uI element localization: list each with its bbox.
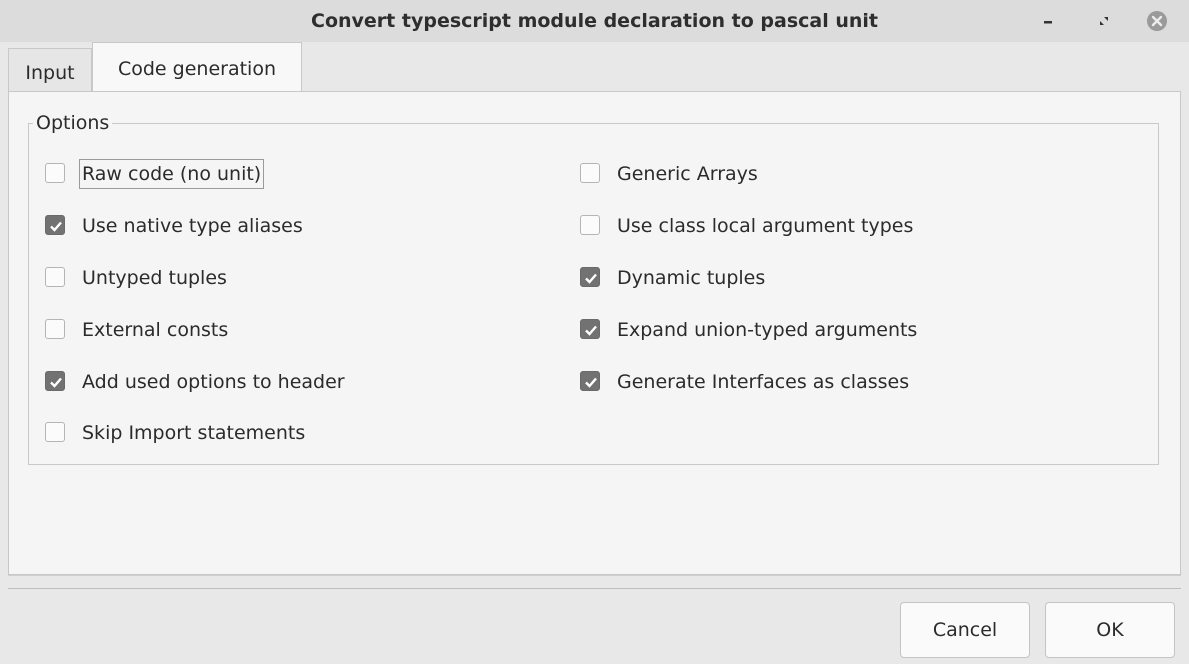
untyped-tuples-checkbox[interactable] <box>45 267 65 287</box>
divider <box>8 575 1181 576</box>
tab-input[interactable]: Input <box>8 48 92 94</box>
option-label: Skip Import statements <box>82 422 306 444</box>
dialog-window: Convert typescript module declaration to… <box>0 0 1189 664</box>
option-label: Dynamic tuples <box>617 267 766 289</box>
maximize-icon <box>1100 17 1108 25</box>
tab-code-generation[interactable]: Code generation <box>92 42 302 92</box>
raw-code-checkbox[interactable] <box>45 163 65 183</box>
add-used-options-checkbox[interactable] <box>45 371 65 391</box>
option-label: Generic Arrays <box>617 163 758 185</box>
close-button[interactable] <box>1142 6 1172 36</box>
option-label: Expand union-typed arguments <box>617 319 918 341</box>
title-bar[interactable]: Convert typescript module declaration to… <box>0 0 1189 42</box>
minimize-button[interactable] <box>1033 6 1063 36</box>
checkmark-icon <box>585 325 597 336</box>
generate-interfaces-checkbox[interactable] <box>580 371 600 391</box>
minimize-icon <box>1044 21 1052 24</box>
option-label: Add used options to header <box>82 371 345 393</box>
checkmark-icon <box>50 377 62 388</box>
option-label: Use class local argument types <box>617 215 914 237</box>
ok-button[interactable]: OK <box>1045 602 1175 658</box>
skip-import-checkbox[interactable] <box>45 422 65 442</box>
close-icon <box>1147 11 1167 31</box>
option-label: Raw code (no unit) <box>78 159 265 189</box>
dynamic-tuples-checkbox[interactable] <box>580 267 600 287</box>
option-label: Generate Interfaces as classes <box>617 371 910 393</box>
cancel-button[interactable]: Cancel <box>900 602 1030 658</box>
window-title: Convert typescript module declaration to… <box>311 10 878 32</box>
option-label: Use native type aliases <box>82 215 303 237</box>
class-local-argument-types-checkbox[interactable] <box>580 215 600 235</box>
checkmark-icon <box>50 221 62 232</box>
checkmark-icon <box>585 273 597 284</box>
option-label: External consts <box>82 319 229 341</box>
generic-arrays-checkbox[interactable] <box>580 163 600 183</box>
expand-union-typed-checkbox[interactable] <box>580 319 600 339</box>
option-label: Untyped tuples <box>82 267 227 289</box>
maximize-button[interactable] <box>1089 6 1119 36</box>
checkmark-icon <box>585 377 597 388</box>
native-type-aliases-checkbox[interactable] <box>45 215 65 235</box>
options-group-label: Options <box>33 110 113 136</box>
external-consts-checkbox[interactable] <box>45 319 65 339</box>
